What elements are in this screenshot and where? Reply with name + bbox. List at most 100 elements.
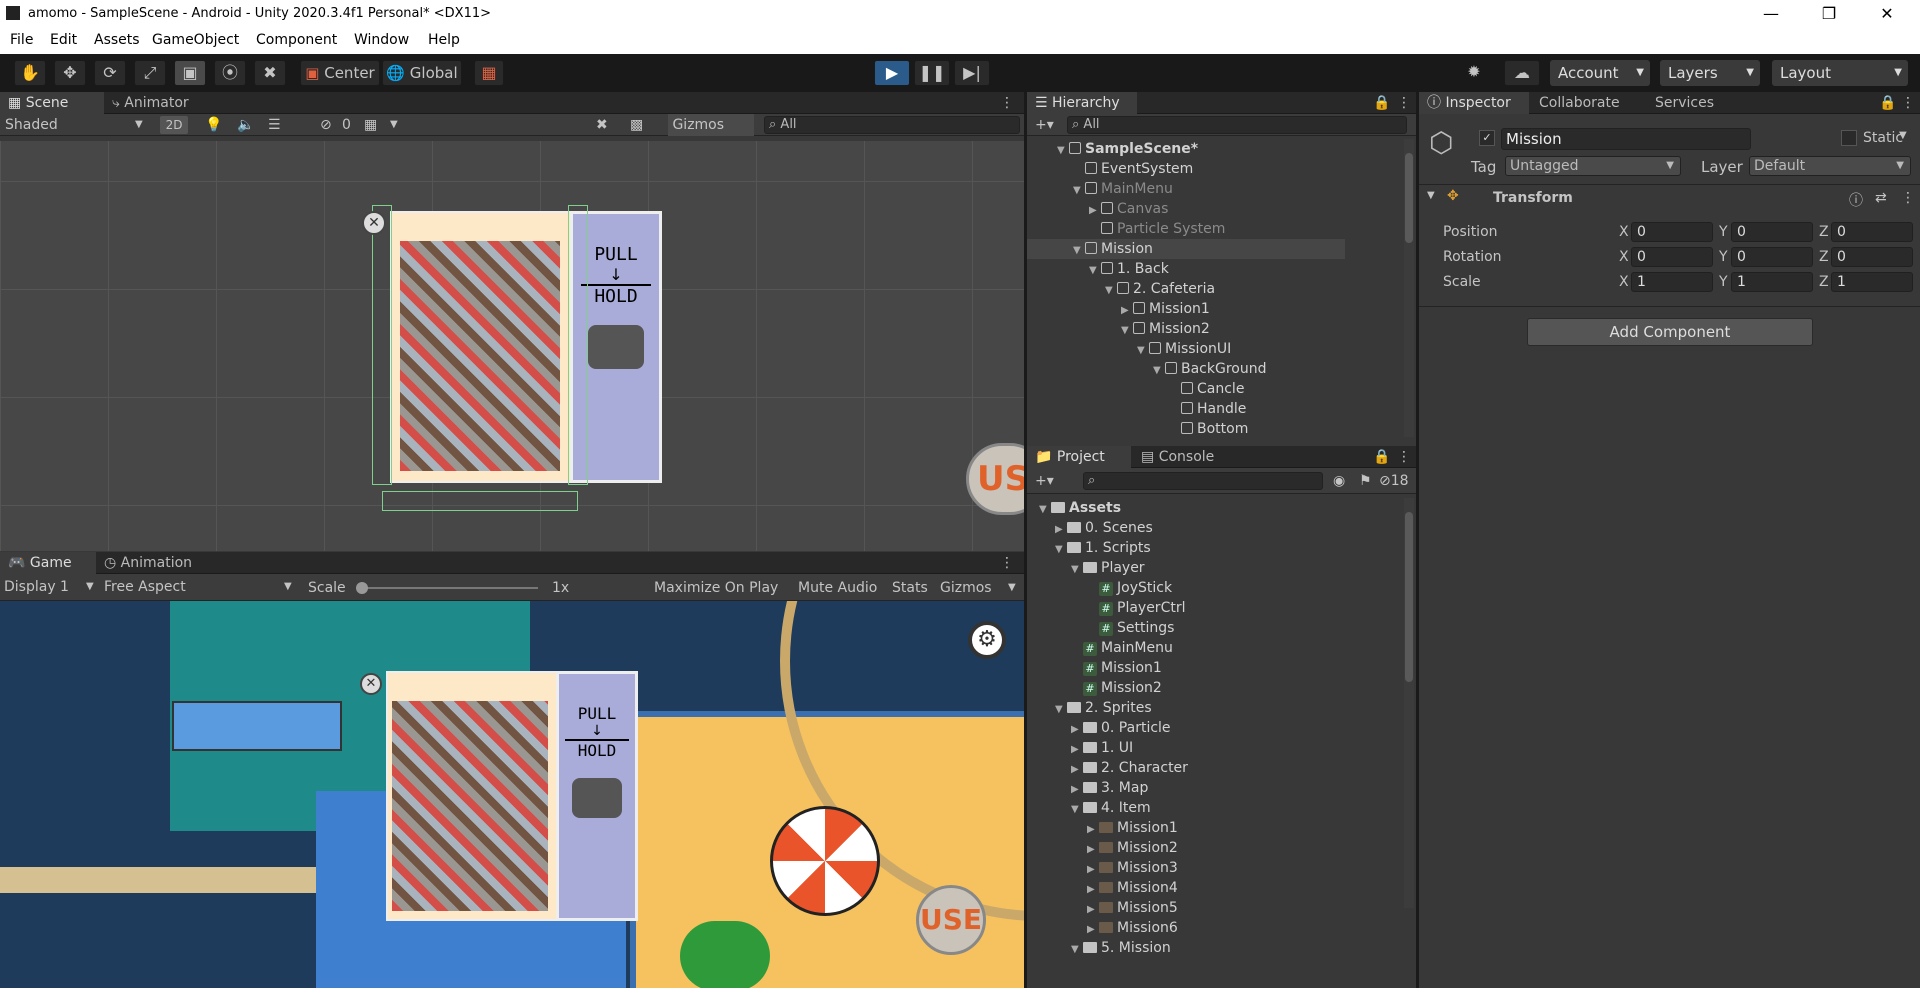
tab-services[interactable]: Services <box>1647 92 1737 114</box>
tab-animation[interactable]: ◷ Animation <box>96 552 216 574</box>
foldout-open-icon[interactable]: ▼ <box>1071 940 1083 960</box>
foldout-open-icon[interactable]: ▼ <box>1105 281 1117 301</box>
position-z-field[interactable]: 0 <box>1831 222 1913 242</box>
foldout-open-icon[interactable]: ▼ <box>1039 500 1051 520</box>
project-item[interactable]: ▶ Mission2 <box>1027 838 1345 858</box>
tab-game[interactable]: 🎮 Game <box>0 552 96 574</box>
tag-dropdown[interactable]: Untagged ▼ <box>1505 156 1681 176</box>
foldout-closed-icon[interactable]: ▶ <box>1071 720 1083 740</box>
tab-hierarchy[interactable]: ☰ Hierarchy <box>1027 92 1137 114</box>
move-tool-icon[interactable]: ✥ <box>54 60 86 86</box>
chevron-down-icon[interactable]: ▼ <box>390 114 398 136</box>
project-item[interactable]: ▼ Player <box>1027 558 1345 578</box>
foldout-open-icon[interactable]: ▼ <box>1073 241 1085 261</box>
rotation-z-field[interactable]: 0 <box>1831 247 1913 267</box>
menu-assets[interactable]: Assets <box>94 32 140 48</box>
rotate-tool-icon[interactable]: ⟳ <box>94 60 126 86</box>
audio-icon[interactable]: 🔈 <box>237 114 254 136</box>
close-icon[interactable]: ✕ <box>1858 0 1916 28</box>
project-item[interactable]: ▼ Assets <box>1027 498 1345 518</box>
project-search-input[interactable]: ⌕ <box>1083 472 1323 490</box>
foldout-closed-icon[interactable]: ▶ <box>1087 880 1099 900</box>
project-item[interactable]: ▶ Mission5 <box>1027 898 1345 918</box>
scale-z-field[interactable]: 1 <box>1831 272 1913 292</box>
static-checkbox[interactable] <box>1841 130 1857 146</box>
foldout-closed-icon[interactable]: ▶ <box>1087 840 1099 860</box>
project-item[interactable]: ▼ 2. Sprites <box>1027 698 1345 718</box>
play-button[interactable]: ▶ <box>874 60 910 86</box>
project-item[interactable]: # Mission2 <box>1027 678 1345 698</box>
tab-inspector[interactable]: ⓘ Inspector <box>1419 92 1529 114</box>
scale-x-field[interactable]: 1 <box>1631 272 1713 292</box>
stats-toggle[interactable]: Stats <box>892 577 928 599</box>
lock-icon[interactable]: 🔒 <box>1373 92 1390 114</box>
rotation-x-field[interactable]: 0 <box>1631 247 1713 267</box>
hierarchy-item[interactable]: ▼ Mission2 <box>1027 319 1345 339</box>
foldout-open-icon[interactable]: ▼ <box>1071 800 1083 820</box>
hierarchy-item[interactable]: Particle System <box>1027 219 1345 239</box>
foldout-open-icon[interactable]: ▼ <box>1121 321 1133 341</box>
project-item[interactable]: ▶ 0. Scenes <box>1027 518 1345 538</box>
menu-component[interactable]: Component <box>256 32 337 48</box>
gizmos-dropdown[interactable]: Gizmos <box>668 114 754 136</box>
filter-type-icon[interactable]: ◉ <box>1333 470 1345 492</box>
foldout-open-icon[interactable]: ▼ <box>1073 181 1085 201</box>
scale-y-field[interactable]: 1 <box>1731 272 1813 292</box>
create-plus-icon[interactable]: +▾ <box>1035 114 1054 136</box>
project-item[interactable]: # Mission1 <box>1027 658 1345 678</box>
menu-file[interactable]: File <box>10 32 33 48</box>
tab-console[interactable]: ▤ Console <box>1133 446 1243 468</box>
project-item[interactable]: ▶ Mission6 <box>1027 918 1345 938</box>
tab-scene[interactable]: ▦ Scene <box>0 92 104 114</box>
aspect-dropdown[interactable]: Free Aspect ▼ <box>104 576 296 598</box>
project-item[interactable]: # JoyStick <box>1027 578 1345 598</box>
global-button[interactable]: 🌐 Global <box>382 60 462 86</box>
minimize-icon[interactable]: — <box>1742 0 1800 28</box>
effects-icon[interactable]: ☰ <box>268 114 281 136</box>
kebab-icon[interactable]: ⋮ <box>1397 92 1411 114</box>
scale-slider[interactable] <box>358 587 538 589</box>
maximize-on-play-toggle[interactable]: Maximize On Play <box>654 577 778 599</box>
hierarchy-item[interactable]: Handle <box>1027 399 1345 419</box>
hierarchy-item[interactable]: ▼ MissionUI <box>1027 339 1345 359</box>
menu-edit[interactable]: Edit <box>50 32 77 48</box>
layer-dropdown[interactable]: Default ▼ <box>1749 156 1911 176</box>
pause-button[interactable]: ❚❚ <box>914 60 950 86</box>
grid-snap-icon[interactable]: ▦ <box>474 60 504 86</box>
menu-help[interactable]: Help <box>428 32 460 48</box>
hierarchy-scrollbar[interactable] <box>1404 139 1414 437</box>
foldout-open-icon[interactable]: ▼ <box>1057 141 1069 161</box>
foldout-closed-icon[interactable]: ▶ <box>1071 760 1083 780</box>
project-item[interactable]: ▶ 3. Map <box>1027 778 1345 798</box>
mute-audio-toggle[interactable]: Mute Audio <box>798 577 877 599</box>
settings-gear-icon[interactable]: ⚙ <box>968 621 1006 659</box>
grid-icon[interactable]: ▦ <box>364 114 377 136</box>
position-y-field[interactable]: 0 <box>1731 222 1813 242</box>
layers-dropdown[interactable]: Layers ▼ <box>1660 60 1760 86</box>
custom-tool-icon[interactable]: ✖ <box>254 60 286 86</box>
cancel-x-icon[interactable]: ✕ <box>360 673 382 695</box>
shading-dropdown[interactable]: Shaded ▼ <box>5 114 145 136</box>
transform-tool-icon[interactable]: ⦿ <box>214 60 246 86</box>
tab-animator[interactable]: ⤷ Animator <box>104 92 214 114</box>
menu-window[interactable]: Window <box>354 32 409 48</box>
project-scrollbar[interactable] <box>1404 498 1414 908</box>
hand-tool-icon[interactable]: ✋ <box>14 60 46 86</box>
foldout-closed-icon[interactable]: ▶ <box>1087 860 1099 880</box>
foldout-closed-icon[interactable]: ▶ <box>1071 740 1083 760</box>
add-component-button[interactable]: Add Component <box>1527 318 1813 346</box>
cloud-icon[interactable]: ☁ <box>1504 60 1540 86</box>
tools-icon[interactable]: ✖ <box>596 114 608 136</box>
preset-icon[interactable]: ⇄ <box>1875 190 1887 206</box>
menu-gameobject[interactable]: GameObject <box>152 32 239 48</box>
step-button[interactable]: ▶| <box>954 60 990 86</box>
hidden-objects-icon[interactable]: ⊘ <box>320 114 332 136</box>
transform-header[interactable]: ▼ ✥ Transform ⓘ ⇄ ⋮ <box>1419 188 1920 210</box>
foldout-open-icon[interactable]: ▼ <box>1055 540 1067 560</box>
foldout-closed-icon[interactable]: ▶ <box>1089 201 1101 221</box>
active-checkbox[interactable]: ✓ <box>1479 130 1495 146</box>
tab-collaborate[interactable]: Collaborate <box>1531 92 1641 114</box>
foldout-open-icon[interactable]: ▼ <box>1071 560 1083 580</box>
scale-tool-icon[interactable]: ⤢ <box>134 60 166 86</box>
object-name-input[interactable]: Mission <box>1501 128 1751 150</box>
